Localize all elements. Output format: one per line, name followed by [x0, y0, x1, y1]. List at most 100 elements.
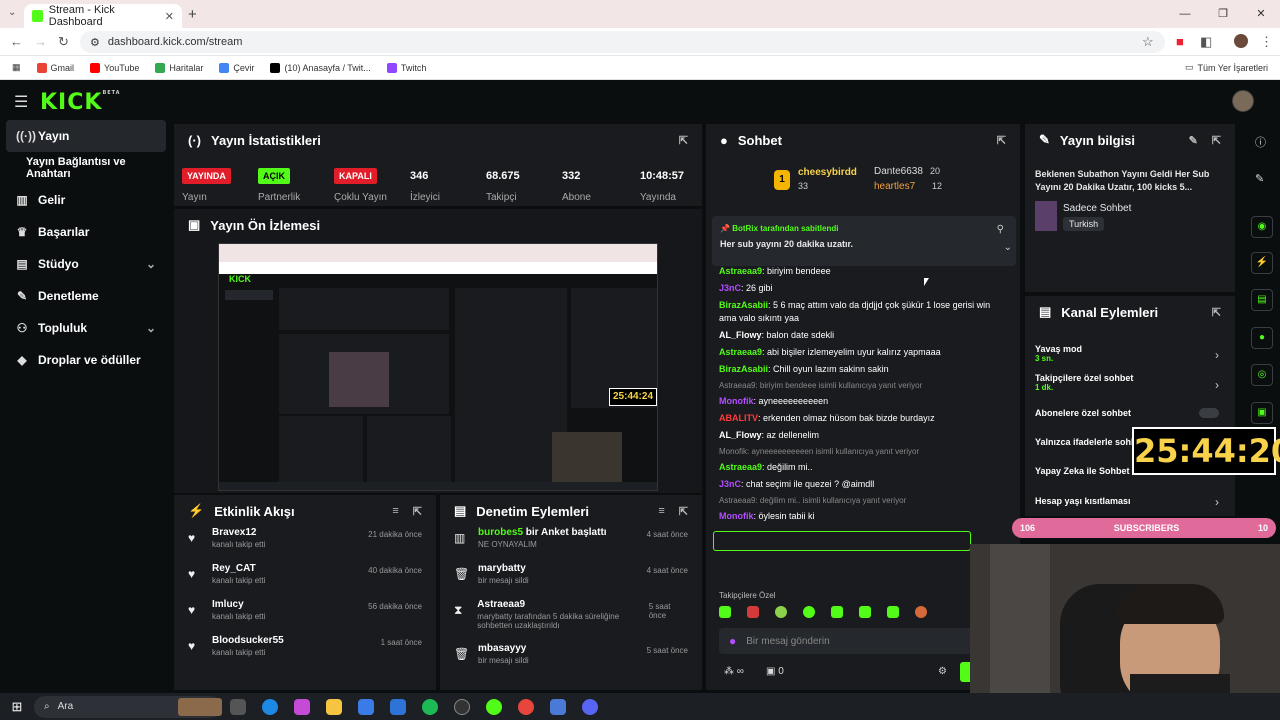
info-icon[interactable]: ⓘ — [1255, 134, 1266, 150]
slow-mode-row[interactable]: Yavaş mod 3 sn. — [1035, 344, 1082, 363]
extension-icon[interactable]: ■ — [1176, 34, 1184, 49]
kick-app-icon[interactable] — [486, 698, 502, 715]
chat-message[interactable]: J3nC: chat seçimi ile quezei ? @aimdll — [706, 478, 1020, 491]
popout-icon[interactable]: ⇱ — [997, 134, 1006, 147]
camera-icon[interactable]: ◉ — [1251, 216, 1273, 238]
bookmark-twitch[interactable]: Twitch — [386, 62, 426, 73]
chat-message[interactable]: J3nC: 26 gibi — [706, 282, 1020, 295]
store-icon[interactable] — [358, 698, 374, 715]
copilot-icon[interactable] — [294, 698, 310, 715]
chat-username[interactable]: ABALITV — [719, 413, 758, 423]
all-bookmarks[interactable]: ▭ Tüm Yer İşaretleri — [1185, 62, 1268, 73]
tab-menu-icon[interactable]: ⌄ — [8, 7, 16, 18]
chat-message[interactable]: BirazAsabii: Chill oyun lazım sakinn sak… — [706, 363, 1020, 376]
chat-message[interactable]: AL_Flowy: az dellenelim — [706, 429, 1020, 442]
edit-icon[interactable]: ✎ — [1189, 134, 1198, 147]
sidebar-item-basarilar[interactable]: ♛ Başarılar — [0, 216, 172, 248]
hamburger-menu-icon[interactable]: ☰ — [14, 92, 28, 112]
chat-username[interactable]: J3nC — [719, 479, 741, 489]
chat-message[interactable]: AL_Flowy: balon date sdekli — [706, 329, 1020, 342]
channel-points[interactable]: ▣ 0 — [766, 666, 784, 677]
filter-icon[interactable]: ≡ — [658, 505, 664, 518]
popout-icon[interactable]: ⇱ — [679, 505, 688, 518]
apps-grid-icon[interactable]: ▦ — [12, 62, 21, 73]
list-icon[interactable]: ▤ — [1251, 289, 1273, 311]
app-icon[interactable] — [550, 698, 566, 715]
ai-chat-row[interactable]: Yapay Zeka ile Sohbet — [1035, 466, 1130, 476]
filter-icon[interactable]: ≡ — [392, 505, 398, 518]
pencil-icon[interactable]: ✎ — [1255, 172, 1264, 185]
restore-icon[interactable]: ❐ — [1204, 0, 1242, 28]
chat-settings-icon[interactable]: ⚙ — [938, 666, 947, 677]
broadcast-icon[interactable]: ◎ — [1251, 364, 1273, 386]
file-explorer-icon[interactable] — [326, 698, 342, 715]
followers-chat-row[interactable]: Takipçilere özel sohbet 1 dk. — [1035, 373, 1133, 392]
bookmark-star-icon[interactable]: ☆ — [1142, 34, 1154, 50]
user-avatar[interactable] — [1232, 90, 1254, 112]
close-tab-icon[interactable]: ✕ — [165, 10, 174, 23]
taskbar-search[interactable]: ⌕ Ara — [34, 695, 222, 718]
windows-start-icon[interactable]: ⊞ — [0, 699, 34, 715]
mod-icon[interactable]: ▣ — [1251, 402, 1273, 424]
extensions-puzzle-icon[interactable]: ◧ — [1200, 34, 1212, 50]
subs-chat-toggle[interactable] — [1199, 408, 1219, 418]
minimize-icon[interactable]: — — [1166, 0, 1204, 28]
popout-icon[interactable]: ⇱ — [1212, 134, 1221, 147]
url-field[interactable]: ⚙ dashboard.kick.com/stream — [80, 31, 1165, 53]
discord-icon[interactable] — [582, 698, 598, 715]
chat-message[interactable]: Astraeaa9: abi bişiler izlemeyelim uyur … — [706, 346, 1020, 359]
profile-avatar[interactable] — [1234, 34, 1248, 48]
site-info-icon[interactable]: ⚙ — [90, 36, 100, 49]
sidebar-item-topluluk[interactable]: ⚇ Topluluk ⌄ — [0, 312, 172, 344]
chat-username[interactable]: BirazAsabii — [719, 364, 768, 374]
popout-icon[interactable]: ⇱ — [1212, 306, 1221, 319]
chat-username[interactable]: AL_Flowy — [719, 430, 762, 440]
chat-icon[interactable]: ● — [1251, 327, 1273, 349]
bookmark-translate[interactable]: Çevir — [219, 62, 254, 73]
chat-message[interactable]: Monofik: ayneeeeeeeeeen — [706, 395, 1020, 408]
age-restriction-row[interactable]: Hesap yaşı kısıtlaması — [1035, 496, 1131, 506]
browser-tab[interactable]: Stream - Kick Dashboard ✕ — [24, 4, 182, 28]
chrome-icon[interactable] — [518, 698, 534, 715]
chat-message[interactable]: Astraeaa9: biriyim bendeee — [706, 265, 1020, 278]
chat-username[interactable]: J3nC — [719, 283, 741, 293]
chat-username[interactable]: Astraeaa9 — [719, 347, 762, 357]
kick-logo[interactable]: KICKBETA — [40, 90, 121, 115]
bookmark-x[interactable]: (10) Anasayfa / Twit... — [270, 62, 371, 73]
edge-icon[interactable] — [262, 698, 278, 715]
chat-input[interactable]: ● Bir mesaj gönderin — [719, 628, 1011, 654]
chat-message[interactable]: Astraeaa9: değilim mi.. — [706, 461, 1020, 474]
sidebar-item-denetleme[interactable]: ✎ Denetleme — [0, 280, 172, 312]
emotes-only-row[interactable]: Yalnızca ifadelerle sohbet — [1035, 437, 1145, 447]
spotify-icon[interactable] — [422, 698, 438, 715]
chat-username[interactable]: Astraeaa9 — [719, 462, 762, 472]
pinned-message[interactable]: 📌 BotRix tarafından sabitlendi Her sub y… — [712, 216, 1016, 266]
sidebar-item-stream-key[interactable]: Yayın Bağlantısı ve Anahtarı — [0, 152, 172, 184]
bookmark-gmail[interactable]: Gmail — [36, 62, 74, 73]
chat-username[interactable]: Monofik — [719, 511, 754, 521]
chat-message[interactable]: Monofik: öylesin tabii ki — [706, 510, 1020, 523]
chat-message[interactable]: BirazAsabii: 5 6 maç attım valo da djdjj… — [706, 299, 1020, 325]
bookmark-maps[interactable]: Haritalar — [155, 62, 203, 73]
stream-preview-video[interactable]: KICK 25:44:24 — [218, 243, 658, 491]
sidebar-item-studyo[interactable]: ▤ Stüdyo ⌄ — [0, 248, 172, 280]
chat-username[interactable]: AL_Flowy — [719, 330, 762, 340]
sidebar-item-gelir[interactable]: ▥ Gelir — [0, 184, 172, 216]
browser-menu-icon[interactable]: ⋮ — [1260, 34, 1273, 50]
forward-icon[interactable]: → — [34, 34, 47, 49]
chat-username[interactable]: BirazAsabii — [719, 300, 768, 310]
chat-username[interactable]: Astraeaa9 — [719, 266, 762, 276]
sidebar-item-yayin[interactable]: ((·)) Yayın — [6, 120, 166, 152]
chat-message[interactable]: ABALITV: erkenden olmaz hüsom bak bizde … — [706, 412, 1020, 425]
close-window-icon[interactable]: ✕ — [1242, 0, 1280, 28]
infinity-icon[interactable]: ⁂ ∞ — [724, 666, 744, 677]
obs-icon[interactable] — [454, 698, 470, 715]
popout-icon[interactable]: ⇱ — [679, 134, 688, 147]
bookmark-youtube[interactable]: YouTube — [90, 62, 139, 73]
sidebar-item-droplar[interactable]: ◆ Droplar ve ödüller — [0, 344, 172, 376]
lightning-icon[interactable]: ⚡ — [1251, 252, 1273, 274]
pin-action-icon[interactable]: ⚲ — [997, 224, 1004, 235]
task-view-icon[interactable] — [230, 698, 246, 715]
popout-icon[interactable]: ⇱ — [413, 505, 422, 518]
mail-icon[interactable] — [390, 698, 406, 715]
